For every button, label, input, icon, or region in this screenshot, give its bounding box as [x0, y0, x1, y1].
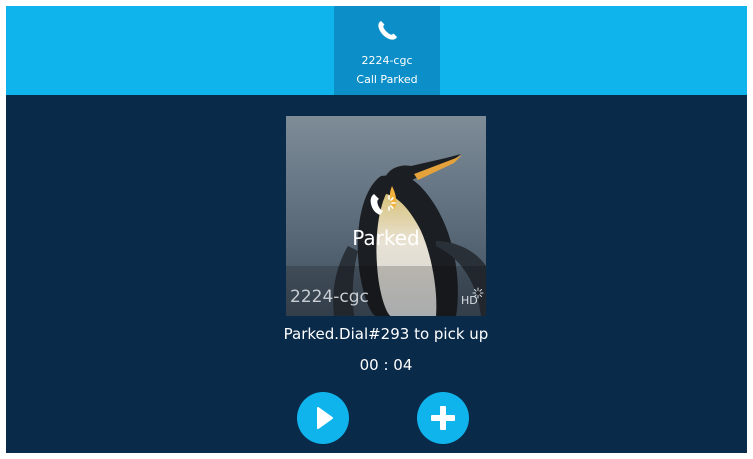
contact-photo: Parked 2224-cgc HD [286, 116, 486, 316]
parked-call-icon [370, 194, 396, 215]
contact-name: 2224-cgc [290, 287, 369, 307]
play-icon [317, 407, 333, 429]
phone-screen: 2224-cgc Call Parked Parked 2224-cgc HD … [6, 6, 747, 453]
resume-button[interactable] [297, 392, 349, 444]
hd-audio-icon [472, 287, 484, 299]
top-bar: 2224-cgc Call Parked [6, 6, 747, 95]
parked-label: Parked [352, 226, 420, 250]
plus-icon [431, 406, 455, 430]
call-status: Call Parked [356, 73, 418, 86]
phone-icon [378, 21, 397, 40]
call-tab[interactable]: 2224-cgc Call Parked [334, 6, 440, 95]
call-timer: 00 : 04 [359, 356, 413, 374]
call-number: 2224-cgc [361, 54, 413, 67]
add-button[interactable] [417, 392, 469, 444]
park-instructions: Parked.Dial#293 to pick up [283, 325, 489, 343]
